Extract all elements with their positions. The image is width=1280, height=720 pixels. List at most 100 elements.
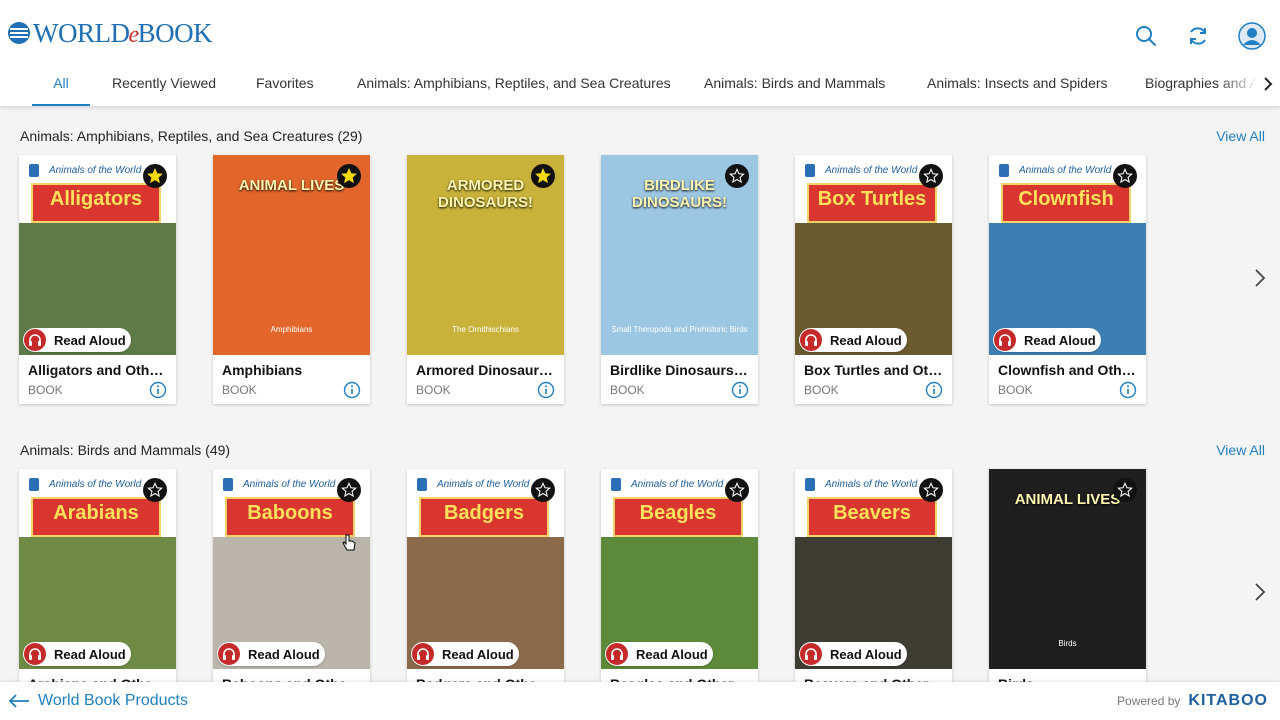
book-card[interactable]: Animals of the World Arabians Read Aloud… [19,469,176,718]
tab-birds-mammals[interactable]: Animals: Birds and Mammals [704,62,885,106]
book-card[interactable]: Animals of the World Alligators Read Alo… [19,155,176,404]
back-to-products-link[interactable]: World Book Products [8,682,188,720]
info-icon[interactable] [731,381,749,399]
book-cover[interactable]: Animals of the World Clownfish Read Alou… [989,155,1146,355]
book-cover[interactable]: Animals of the World Baboons Read Aloud [213,469,370,669]
tab-insects-spiders[interactable]: Animals: Insects and Spiders [927,62,1108,106]
favorite-star-button[interactable] [337,478,361,502]
worldbook-logo[interactable]: WORLDeBOOK [8,18,213,48]
favorite-star-button[interactable] [531,164,555,188]
cover-title-banner: Arabians [31,497,161,537]
favorite-star-button[interactable] [1113,478,1137,502]
read-aloud-badge[interactable]: Read Aloud [217,642,325,666]
info-icon[interactable] [343,381,361,399]
book-cover[interactable]: Animals of the World Box Turtles Read Al… [795,155,952,355]
book-card[interactable]: Animals of the World Badgers Read Aloud … [407,469,564,718]
favorite-star-button[interactable] [919,478,943,502]
headphones-icon [800,643,822,665]
star-icon [341,168,357,184]
info-icon[interactable] [925,381,943,399]
favorite-star-button[interactable] [337,164,361,188]
book-card[interactable]: ARMORED DINOSAURS! The Ornithischians Ar… [407,155,564,404]
read-aloud-badge[interactable]: Read Aloud [799,328,907,352]
book-cover[interactable]: BIRDLIKE DINOSAURS! Small Theropods and … [601,155,758,355]
cover-title-banner: Alligators [31,183,161,223]
favorite-star-button[interactable] [919,164,943,188]
book-type-label: BOOK [222,383,257,397]
section-title: Animals: Amphibians, Reptiles, and Sea C… [20,128,363,144]
tabs-scroll-right-button[interactable] [1256,62,1280,106]
view-all-link[interactable]: View All [1216,128,1265,144]
tab-favorites[interactable]: Favorites [256,62,314,106]
cover-title-banner: Baboons [225,497,355,537]
book-card[interactable]: ANIMAL LIVES Amphibians Amphibians BOOK [213,155,370,404]
star-icon [535,482,551,498]
read-aloud-badge[interactable]: Read Aloud [23,642,131,666]
book-card[interactable]: Animals of the World Baboons Read Aloud … [213,469,370,718]
headphones-icon [24,329,46,351]
book-cover[interactable]: Animals of the World Beavers Read Aloud [795,469,952,669]
worldbook-series-logo [29,478,39,491]
powered-by: Powered by KITABOO [1117,692,1268,709]
read-aloud-badge[interactable]: Read Aloud [605,642,713,666]
read-aloud-badge[interactable]: Read Aloud [993,328,1101,352]
tab-recently-viewed[interactable]: Recently Viewed [112,62,216,106]
book-cover[interactable]: Animals of the World Beagles Read Aloud [601,469,758,669]
book-cover[interactable]: Animals of the World Arabians Read Aloud [19,469,176,669]
tab-amphibians-reptiles[interactable]: Animals: Amphibians, Reptiles, and Sea C… [357,62,671,106]
book-cover[interactable]: ANIMAL LIVES Amphibians [213,155,370,355]
book-title[interactable]: Birdlike Dinosaurs: Small Theropods and … [610,362,750,378]
cover-title-banner: Beagles [613,497,743,537]
book-card[interactable]: ANIMAL LIVES Birds Birds BOOK [989,469,1146,718]
star-icon [923,168,939,184]
book-title[interactable]: Alligators and Other Crocodilians [28,362,168,378]
refresh-icon[interactable] [1186,24,1210,48]
book-card[interactable]: Animals of the World Beavers Read Aloud … [795,469,952,718]
book-title[interactable]: Amphibians [222,362,362,378]
book-type-label: BOOK [610,383,645,397]
headphones-icon [800,329,822,351]
book-type-label: BOOK [804,383,839,397]
info-icon[interactable] [1119,381,1137,399]
star-icon [535,168,551,184]
book-card[interactable]: Animals of the World Clownfish Read Alou… [989,155,1146,404]
book-title[interactable]: Clownfish and Other Coral Reef Fish [998,362,1138,378]
headphones-icon [994,329,1016,351]
read-aloud-badge[interactable]: Read Aloud [411,642,519,666]
book-card[interactable]: Animals of the World Beagles Read Aloud … [601,469,758,718]
row-scroll-right-button[interactable] [1250,263,1270,293]
book-type-label: BOOK [28,383,63,397]
favorite-star-button[interactable] [143,478,167,502]
hand-cursor-icon [342,534,356,551]
chevron-right-icon [1264,77,1273,91]
favorite-star-button[interactable] [1113,164,1137,188]
chevron-right-icon [1255,583,1266,601]
row-scroll-right-button[interactable] [1250,577,1270,607]
headphones-icon [218,643,240,665]
favorite-star-button[interactable] [725,478,749,502]
book-cover[interactable]: ARMORED DINOSAURS! The Ornithischians [407,155,564,355]
worldbook-series-logo [417,478,427,491]
search-icon[interactable] [1134,24,1158,48]
book-title[interactable]: Box Turtles and Other Tortoises [804,362,944,378]
worldbook-series-logo [611,478,621,491]
star-icon [147,482,163,498]
favorite-star-button[interactable] [725,164,749,188]
favorite-star-button[interactable] [531,478,555,502]
headphones-icon [412,643,434,665]
book-title[interactable]: Armored Dinosaurs: The Ornithischians [416,362,556,378]
info-icon[interactable] [149,381,167,399]
read-aloud-badge[interactable]: Read Aloud [23,328,131,352]
read-aloud-badge[interactable]: Read Aloud [799,642,907,666]
favorite-star-button[interactable] [143,164,167,188]
book-card[interactable]: Animals of the World Box Turtles Read Al… [795,155,952,404]
book-cover[interactable]: Animals of the World Alligators Read Alo… [19,155,176,355]
info-icon[interactable] [537,381,555,399]
globe-icon [8,22,30,44]
user-avatar-icon[interactable] [1238,22,1266,50]
book-cover[interactable]: ANIMAL LIVES Birds [989,469,1146,669]
book-card[interactable]: BIRDLIKE DINOSAURS! Small Theropods and … [601,155,758,404]
view-all-link[interactable]: View All [1216,442,1265,458]
tab-all[interactable]: All [32,62,90,106]
book-cover[interactable]: Animals of the World Badgers Read Aloud [407,469,564,669]
